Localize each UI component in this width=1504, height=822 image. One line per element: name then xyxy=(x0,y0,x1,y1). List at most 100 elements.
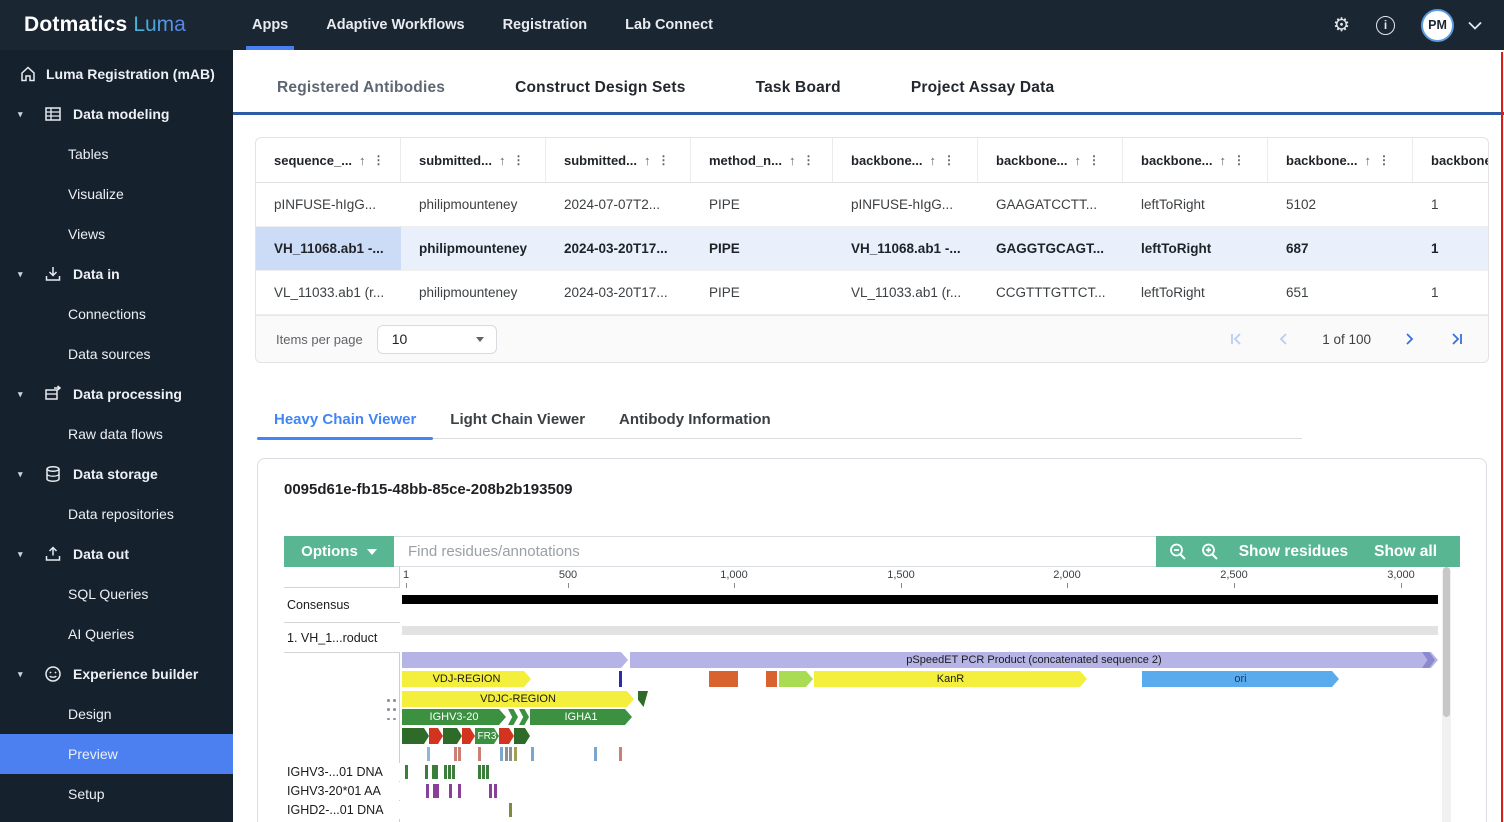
alignment-mismatch-tick[interactable] xyxy=(619,747,622,761)
column-header-8[interactable]: backbone...↑⋮ xyxy=(1413,138,1488,182)
table-scroll-region[interactable]: sequence_...↑⋮submitted...↑⋮submitted...… xyxy=(256,138,1488,315)
table-cell[interactable]: pINFUSE-hIgG... xyxy=(256,183,401,226)
options-button[interactable]: Options xyxy=(284,536,394,567)
sidebar-item-design[interactable]: Design xyxy=(0,694,233,734)
table-cell[interactable]: 1 xyxy=(1413,271,1488,314)
table-cell[interactable]: 1 xyxy=(1413,183,1488,226)
annotation-ighv3-20[interactable]: IGHV3-20 xyxy=(402,709,506,725)
viewer-vertical-scrollbar[interactable] xyxy=(1442,567,1451,822)
annotation-feature[interactable] xyxy=(508,709,518,725)
show-residues-button[interactable]: Show residues xyxy=(1228,543,1359,561)
annotation-feature[interactable] xyxy=(619,671,622,687)
viewer-tab-heavy-chain-viewer[interactable]: Heavy Chain Viewer xyxy=(257,400,433,438)
alignment-mismatch-tick[interactable] xyxy=(458,747,461,761)
app-tab-registered-antibodies[interactable]: Registered Antibodies xyxy=(277,79,445,97)
sidebar-item-sql-queries[interactable]: SQL Queries xyxy=(0,574,233,614)
sidebar-item-data-in[interactable]: ▾Data in xyxy=(0,254,233,294)
track-label-ighv3-01-dna[interactable]: IGHV3-...01 DNA xyxy=(284,763,400,781)
annotation-feature[interactable] xyxy=(402,728,429,744)
annotation-kanr[interactable]: KanR xyxy=(814,671,1087,687)
table-cell[interactable]: VL_11033.ab1 (r... xyxy=(833,271,978,314)
alignment-mismatch-tick[interactable] xyxy=(449,784,452,798)
alignment-mismatch-tick[interactable] xyxy=(509,803,512,817)
sidebar-item-data-out[interactable]: ▾Data out xyxy=(0,534,233,574)
table-cell[interactable]: 1 xyxy=(1413,227,1488,270)
alignment-mismatch-tick[interactable] xyxy=(458,784,461,798)
annotation-feature[interactable] xyxy=(443,728,462,744)
annotation-feature[interactable] xyxy=(462,728,475,744)
scrollbar-thumb[interactable] xyxy=(1443,567,1450,717)
track-drag-handle[interactable] xyxy=(387,699,397,725)
column-menu-icon[interactable]: ⋮ xyxy=(373,153,385,167)
annotation-feature[interactable] xyxy=(499,728,514,744)
prev-page-button[interactable] xyxy=(1278,332,1288,346)
table-cell[interactable]: VH_11068.ab1 -... xyxy=(256,227,401,270)
settings-gear-icon[interactable]: ⚙ xyxy=(1333,16,1350,35)
table-row-1[interactable]: VH_11068.ab1 -...philipmounteney2024-03-… xyxy=(256,227,1488,271)
sequence-track-bar[interactable] xyxy=(402,626,1438,635)
sidebar-item-preview[interactable]: Preview xyxy=(0,734,233,774)
alignment-mismatch-tick[interactable] xyxy=(509,747,512,761)
sidebar-item-data-storage[interactable]: ▾Data storage xyxy=(0,454,233,494)
alignment-mismatch-tick[interactable] xyxy=(486,765,489,779)
sidebar-item-data-modeling[interactable]: ▾Data modeling xyxy=(0,94,233,134)
annotation-feature[interactable] xyxy=(638,691,648,707)
annotation-igha1[interactable]: IGHA1 xyxy=(530,709,632,725)
sequence-canvas[interactable]: 15001,0001,5002,0002,5003,000pSpeedET PC… xyxy=(402,567,1438,822)
first-page-button[interactable] xyxy=(1229,332,1244,346)
annotation-feature[interactable] xyxy=(709,671,738,687)
alignment-mismatch-tick[interactable] xyxy=(454,747,457,761)
table-cell[interactable]: 5102 xyxy=(1268,183,1413,226)
track-label-consensus[interactable]: Consensus xyxy=(284,587,400,623)
alignment-mismatch-tick[interactable] xyxy=(435,765,438,779)
sidebar-item-connections[interactable]: Connections xyxy=(0,294,233,334)
table-cell[interactable]: 2024-03-20T17... xyxy=(546,271,691,314)
app-tab-project-assay-data[interactable]: Project Assay Data xyxy=(911,79,1054,97)
column-header-7[interactable]: backbone...↑⋮ xyxy=(1268,138,1413,182)
track-label-1-vh-1-roduct[interactable]: 1. VH_1...roduct xyxy=(284,623,400,653)
sidebar-item-data-repositories[interactable]: Data repositories xyxy=(0,494,233,534)
table-cell[interactable]: VH_11068.ab1 -... xyxy=(833,227,978,270)
annotation-feature[interactable] xyxy=(766,671,777,687)
column-menu-icon[interactable]: ⋮ xyxy=(943,153,955,167)
viewer-tab-light-chain-viewer[interactable]: Light Chain Viewer xyxy=(433,400,602,438)
alignment-mismatch-tick[interactable] xyxy=(425,765,428,779)
brand-logo[interactable]: Dotmatics Luma xyxy=(0,13,233,37)
chevron-down-icon[interactable]: ▾ xyxy=(18,389,44,400)
viewer-tab-antibody-information[interactable]: Antibody Information xyxy=(602,400,788,438)
sort-arrow-icon[interactable]: ↑ xyxy=(1075,153,1082,168)
alignment-mismatch-tick[interactable] xyxy=(444,765,447,779)
table-cell[interactable]: leftToRight xyxy=(1123,271,1268,314)
user-avatar[interactable]: PM xyxy=(1421,9,1454,42)
sidebar-item-setup[interactable]: Setup xyxy=(0,774,233,814)
zoom-in-icon[interactable] xyxy=(1196,538,1224,566)
track-label-ighd2-01-dna[interactable]: IGHD2-...01 DNA xyxy=(284,801,400,819)
alignment-mismatch-tick[interactable] xyxy=(405,765,408,779)
chevron-down-icon[interactable]: ▾ xyxy=(18,549,44,560)
sidebar-item-raw-data-flows[interactable]: Raw data flows xyxy=(0,414,233,454)
sidebar-item-data-processing[interactable]: ▾Data processing xyxy=(0,374,233,414)
table-cell[interactable]: GAGGTGCAGT... xyxy=(978,227,1123,270)
column-header-5[interactable]: backbone...↑⋮ xyxy=(978,138,1123,182)
column-menu-icon[interactable]: ⋮ xyxy=(1378,153,1390,167)
sidebar-item-luma-registration-mab[interactable]: Luma Registration (mAB) xyxy=(0,54,233,94)
last-page-button[interactable] xyxy=(1449,332,1464,346)
next-page-button[interactable] xyxy=(1405,332,1415,346)
annotation-pspeedet-pcr-product-concatenated-sequence-2[interactable]: pSpeedET PCR Product (concatenated seque… xyxy=(630,652,1438,668)
consensus-track-bar[interactable] xyxy=(402,595,1438,604)
table-cell[interactable]: GAAGATCCTT... xyxy=(978,183,1123,226)
sidebar-item-experience-builder[interactable]: ▾Experience builder xyxy=(0,654,233,694)
table-cell[interactable]: PIPE xyxy=(691,271,833,314)
info-icon[interactable]: i xyxy=(1376,16,1395,35)
alignment-mismatch-tick[interactable] xyxy=(482,765,485,779)
nav-item-apps[interactable]: Apps xyxy=(252,0,288,50)
alignment-mismatch-tick[interactable] xyxy=(514,747,517,761)
alignment-mismatch-tick[interactable] xyxy=(531,747,534,761)
annotation-feature[interactable] xyxy=(429,728,443,744)
table-cell[interactable]: philipmounteney xyxy=(401,227,546,270)
column-header-3[interactable]: method_n...↑⋮ xyxy=(691,138,833,182)
chevron-down-icon[interactable]: ▾ xyxy=(18,669,44,680)
sidebar-item-data-sources[interactable]: Data sources xyxy=(0,334,233,374)
table-row-2[interactable]: VL_11033.ab1 (r...philipmounteney2024-03… xyxy=(256,271,1488,315)
chevron-down-icon[interactable]: ▾ xyxy=(18,469,44,480)
